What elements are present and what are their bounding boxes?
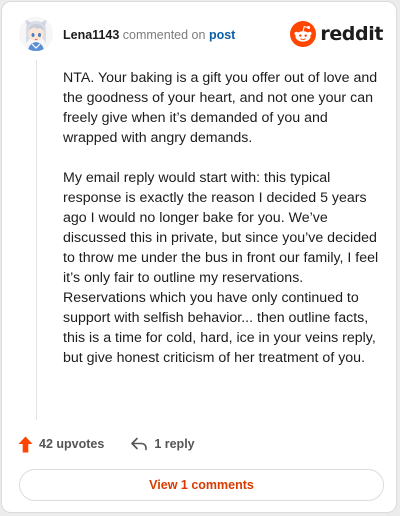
reply-button[interactable]: 1 reply [130, 437, 195, 451]
comment-card: Lena1143 commented on post reddit NTA. Y… [1, 1, 397, 513]
reddit-brand[interactable]: reddit [290, 20, 383, 48]
comment-body: NTA. Your baking is a gift you offer out… [63, 68, 379, 388]
user-avatar[interactable] [19, 17, 53, 51]
comment-paragraph: My email reply would start with: this ty… [63, 170, 379, 366]
post-link[interactable]: post [209, 28, 235, 42]
upvote-arrow-icon [18, 436, 33, 452]
comment-actions: 42 upvotes 1 reply [18, 434, 195, 454]
view-comments-button[interactable]: View 1 comments [19, 469, 384, 501]
commented-on-text: commented on [122, 28, 206, 42]
comment-byline: Lena1143 commented on post [63, 28, 235, 42]
comment-paragraph: NTA. Your baking is a gift you offer out… [63, 70, 378, 146]
comment-header: Lena1143 commented on post reddit [2, 2, 396, 66]
anime-character-icon [19, 17, 53, 51]
reply-arrow-icon [131, 437, 148, 451]
reddit-snoo-icon [290, 21, 317, 47]
username-link[interactable]: Lena1143 [63, 28, 119, 42]
upvote-button[interactable]: 42 upvotes [18, 436, 104, 453]
upvote-count: 42 upvotes [39, 437, 105, 451]
thread-line [36, 60, 37, 420]
reddit-wordmark: reddit [320, 23, 383, 45]
reply-count: 1 reply [154, 437, 195, 451]
